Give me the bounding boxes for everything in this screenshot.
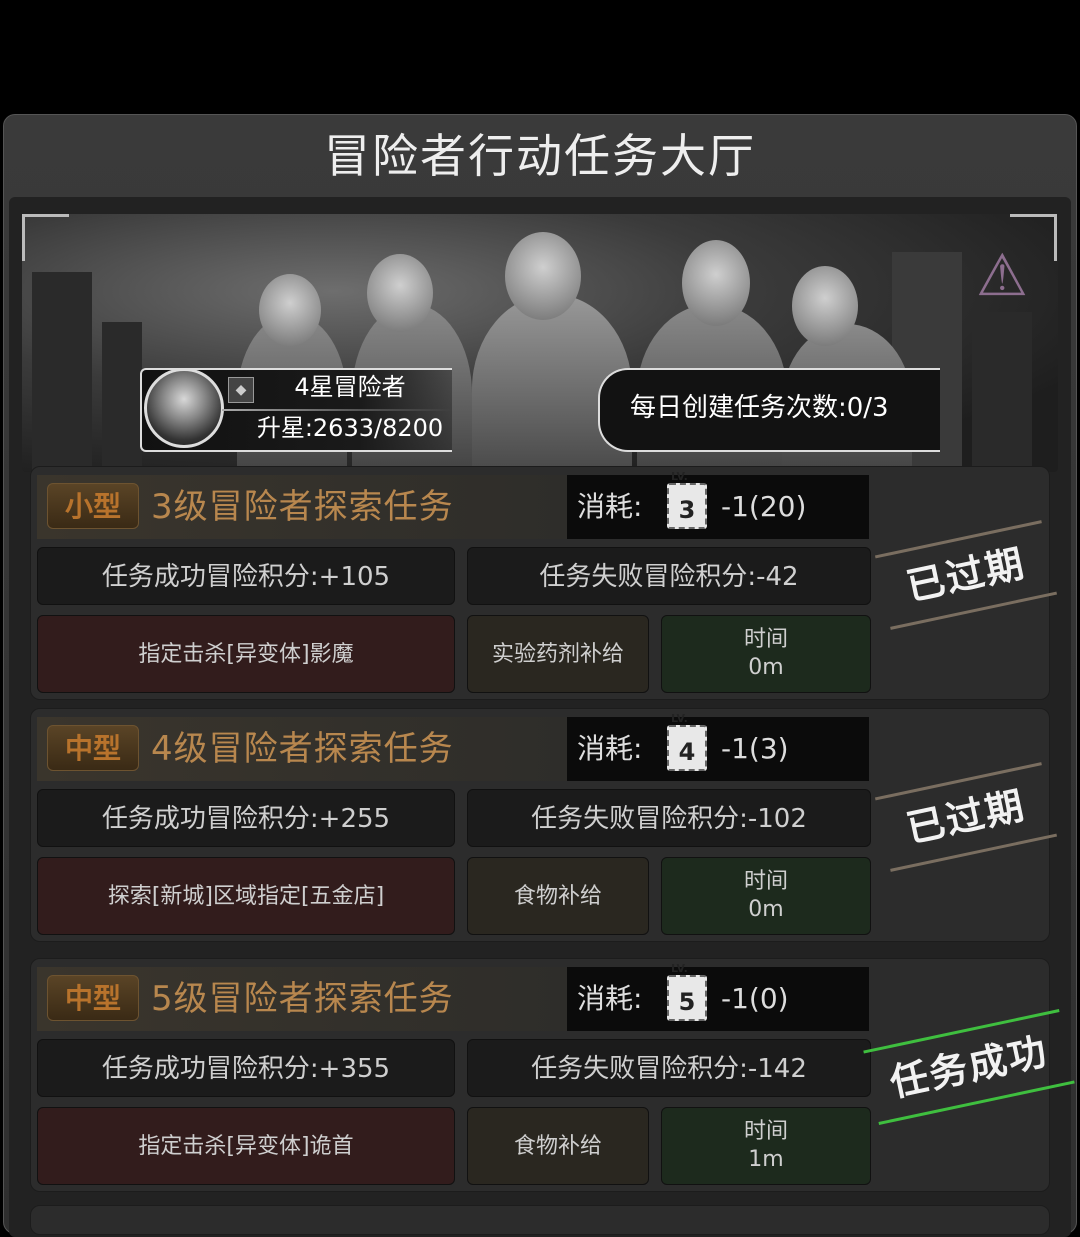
- level-card-number: 4: [678, 738, 696, 766]
- fail-points: 任务失败冒险积分:-142: [467, 1039, 871, 1097]
- building-silhouette: [972, 312, 1032, 472]
- squad-member-head: [367, 254, 433, 332]
- fail-points: 任务失败冒险积分:-42: [467, 547, 871, 605]
- mission-target: 指定击杀[异变体]诡首: [37, 1107, 455, 1185]
- level-card-prefix: LV.: [671, 470, 688, 483]
- time-label: 时间: [743, 1119, 788, 1144]
- cost-value: -1(20): [721, 490, 807, 523]
- mission-size-tag: 中型: [47, 975, 139, 1021]
- level-card-prefix: LV.: [671, 712, 688, 725]
- daily-create-count: 每日创建任务次数:0/3: [630, 393, 889, 423]
- success-stamp: 任务成功: [863, 1009, 1075, 1125]
- rank-gem-icon: ◆: [228, 377, 254, 403]
- success-points: 任务成功冒险积分:+255: [37, 789, 455, 847]
- mission-header: 小型 3级冒险者探索任务 消耗: LV. 3 -1(20): [37, 471, 869, 539]
- squad-member-head: [792, 266, 858, 346]
- cost-value: -1(3): [721, 732, 789, 765]
- mission-reward: 食物补给: [467, 1107, 649, 1185]
- mission-title: 5级冒险者探索任务: [151, 979, 454, 1019]
- squad-member-head: [259, 274, 321, 346]
- mission-size-tag: 小型: [47, 483, 139, 529]
- mission-title: 4级冒险者探索任务: [151, 729, 454, 769]
- page-title: 冒险者行动任务大厅: [324, 129, 756, 183]
- time-value: 0m: [748, 655, 784, 680]
- level-card-icon: LV. 5: [667, 963, 707, 1021]
- mission-target: 指定击杀[异变体]影魔: [37, 615, 455, 693]
- cost-label: 消耗:: [577, 490, 643, 523]
- level-card-icon: LV. 3: [667, 471, 707, 529]
- building-silhouette: [32, 272, 92, 472]
- star-progress: 升星:2633/8200: [256, 414, 444, 442]
- mission-target: 探索[新城]区域指定[五金店]: [37, 857, 455, 935]
- expired-stamp: 已过期: [874, 520, 1058, 630]
- mission-card[interactable]: 小型 3级冒险者探索任务 消耗: LV. 3 -1(20) 任务成功冒险积分:+1…: [30, 466, 1058, 700]
- cost-label: 消耗:: [577, 732, 643, 765]
- cost-value: -1(0): [721, 982, 789, 1015]
- building-silhouette: [102, 322, 142, 472]
- mission-header: 中型 4级冒险者探索任务 消耗: LV. 4 -1(3): [37, 713, 869, 781]
- level-card-number: 5: [678, 988, 696, 1016]
- mission-header: 中型 5级冒险者探索任务 消耗: LV. 5 -1(0): [37, 963, 869, 1031]
- fail-points: 任务失败冒险积分:-102: [467, 789, 871, 847]
- level-card-prefix: LV.: [671, 962, 688, 975]
- mission-time: 时间 1m: [661, 1107, 871, 1185]
- success-points: 任务成功冒险积分:+105: [37, 547, 455, 605]
- cost-label: 消耗:: [577, 982, 643, 1015]
- mission-card[interactable]: [30, 1205, 1050, 1235]
- level-card-number: 3: [678, 496, 696, 524]
- mission-title: 3级冒险者探索任务: [151, 487, 454, 527]
- mission-card[interactable]: 中型 4级冒险者探索任务 消耗: LV. 4 -1(3) 任务成功冒险积分:+25…: [30, 708, 1058, 942]
- frame-corner: [22, 214, 69, 261]
- time-value: 1m: [748, 1147, 784, 1172]
- success-points: 任务成功冒险积分:+355: [37, 1039, 455, 1097]
- level-card-icon: LV. 4: [667, 713, 707, 771]
- mission-card[interactable]: 中型 5级冒险者探索任务 消耗: LV. 5 -1(0) 任务成功冒险积分:+35…: [30, 958, 1075, 1192]
- mission-size-tag: 中型: [47, 725, 139, 771]
- mission-time: 时间 0m: [661, 615, 871, 693]
- mission-reward: 实验药剂补给: [467, 615, 649, 693]
- player-rank: 4星冒险者: [294, 373, 406, 401]
- time-value: 0m: [748, 897, 784, 922]
- time-label: 时间: [743, 627, 788, 652]
- mission-reward: 食物补给: [467, 857, 649, 935]
- time-label: 时间: [743, 869, 788, 894]
- expired-stamp: 已过期: [874, 762, 1058, 872]
- squad-member-head: [505, 232, 581, 320]
- frame-corner: [1010, 214, 1057, 261]
- squad-member-head: [682, 240, 750, 326]
- mission-time: 时间 0m: [661, 857, 871, 935]
- player-avatar[interactable]: [144, 368, 224, 448]
